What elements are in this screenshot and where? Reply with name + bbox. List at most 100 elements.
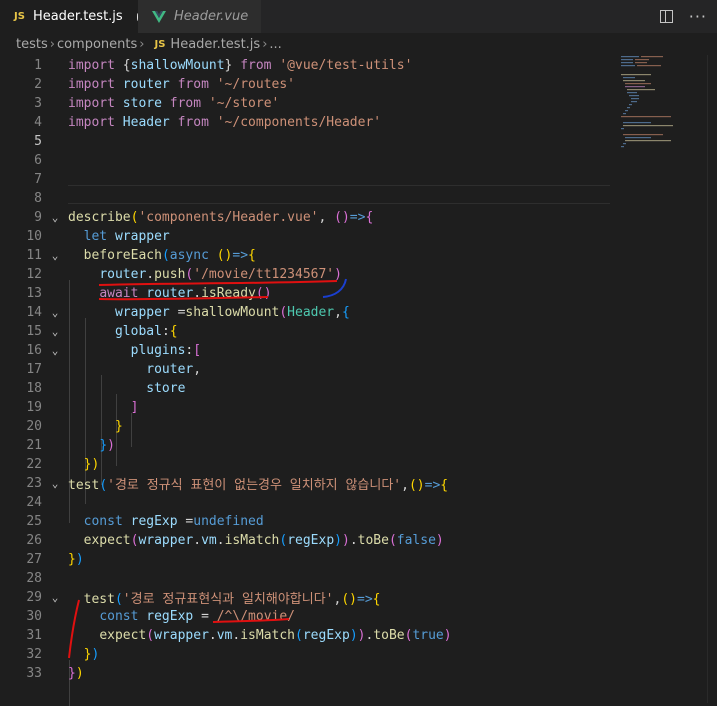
code-line[interactable]: 23 ⌄ test('경로 정규식 표현이 없는경우 일치하지 않습니다',()=>… bbox=[0, 474, 610, 493]
code-line[interactable]: 24 bbox=[0, 493, 610, 512]
breadcrumb-symbols[interactable]: ... bbox=[269, 37, 281, 52]
line-number: 26 bbox=[26, 533, 42, 548]
code-line[interactable]: 21 }) bbox=[0, 436, 610, 455]
code-line[interactable]: 7 bbox=[0, 170, 610, 189]
code-token: ) bbox=[91, 647, 100, 662]
fold-chevron-icon[interactable]: ⌄ bbox=[42, 306, 68, 319]
fold-chevron-icon[interactable]: ⌄ bbox=[42, 591, 68, 604]
code-token: ( bbox=[99, 478, 108, 493]
code-line[interactable]: 12 router.push('/movie/tt1234567') bbox=[0, 265, 610, 284]
code-line[interactable]: 2 import router from '~/routes' bbox=[0, 75, 610, 94]
code-line[interactable]: 25 const regExp =undefined bbox=[0, 512, 610, 531]
code-token: import bbox=[68, 77, 115, 92]
code-line[interactable]: 6 bbox=[0, 151, 610, 170]
line-number: 31 bbox=[26, 628, 42, 643]
code-token: => bbox=[232, 248, 249, 263]
code-line[interactable]: 33}) bbox=[0, 664, 610, 683]
code-token: ( bbox=[388, 533, 397, 548]
code-token: import bbox=[68, 58, 115, 73]
code-line[interactable]: 28 bbox=[0, 569, 610, 588]
line-number: 19 bbox=[26, 400, 42, 415]
line-number: 9 bbox=[34, 210, 42, 225]
code-line[interactable]: 26 expect(wrapper.vm.isMatch(regExp)).to… bbox=[0, 531, 610, 550]
line-number: 29 bbox=[26, 590, 42, 605]
code-line[interactable]: 8 bbox=[0, 189, 610, 208]
code-line[interactable]: 14 ⌄ wrapper =shallowMount(Header,{ bbox=[0, 303, 610, 322]
code-editor[interactable]: 1 import {shallowMount} from '@vue/test-u… bbox=[0, 55, 610, 706]
code-token: 'components/Header.vue' bbox=[138, 210, 319, 225]
vertical-scrollbar[interactable] bbox=[707, 55, 717, 703]
breadcrumb-folder-tests[interactable]: tests bbox=[16, 37, 48, 52]
tab-label: Header.vue bbox=[174, 9, 249, 24]
code-token: }) bbox=[83, 457, 100, 472]
code-line[interactable]: 10 let wrapper bbox=[0, 227, 610, 246]
code-line[interactable]: 4 import Header from '~/components/Header… bbox=[0, 113, 610, 132]
split-editor-icon[interactable] bbox=[659, 10, 673, 23]
code-line[interactable]: 15 ⌄ global:{ bbox=[0, 322, 610, 341]
code-line[interactable]: 19 ] bbox=[0, 398, 610, 417]
fold-chevron-icon[interactable]: ⌄ bbox=[42, 211, 68, 224]
code-text: import Header from '~/components/Header' bbox=[68, 115, 381, 130]
fold-chevron-icon[interactable]: ⌄ bbox=[42, 325, 68, 338]
fold-chevron-icon[interactable]: ⌄ bbox=[42, 477, 68, 490]
code-token: import bbox=[68, 115, 115, 130]
code-token: '~/store' bbox=[208, 96, 280, 111]
line-number: 11 bbox=[26, 248, 42, 263]
line-number: 20 bbox=[26, 419, 42, 434]
code-token: () bbox=[216, 248, 233, 263]
code-token: wrapper bbox=[138, 533, 194, 548]
code-text: describe('components/Header.vue', ()=>{ bbox=[68, 210, 373, 225]
line-number: 27 bbox=[26, 552, 42, 567]
code-line[interactable]: 32 }) bbox=[0, 645, 610, 664]
code-token: from bbox=[240, 58, 272, 73]
editor-actions: ··· bbox=[659, 0, 707, 33]
breadcrumb-file[interactable]: Header.test.js bbox=[170, 37, 260, 52]
code-line[interactable]: 5 bbox=[0, 132, 610, 151]
code-token: false bbox=[396, 533, 436, 548]
chevron-right-icon: › bbox=[139, 36, 145, 52]
code-line[interactable]: 18 store bbox=[0, 379, 610, 398]
tab-header-vue[interactable]: Header.vue bbox=[138, 0, 261, 33]
code-token: ( bbox=[161, 248, 170, 263]
line-number: 8 bbox=[34, 191, 42, 206]
code-line[interactable]: 1 import {shallowMount} from '@vue/test-u… bbox=[0, 56, 610, 75]
code-line[interactable]: 13 await router.isReady() bbox=[0, 284, 610, 303]
line-number: 17 bbox=[26, 362, 42, 377]
code-line[interactable]: 31 expect(wrapper.vm.isMatch(regExp)).to… bbox=[0, 626, 610, 645]
breadcrumb-folder-components[interactable]: components bbox=[57, 37, 137, 52]
chevron-right-icon: › bbox=[49, 36, 55, 52]
line-number: 10 bbox=[26, 229, 42, 244]
code-line[interactable]: 16 ⌄ plugins:[ bbox=[0, 341, 610, 360]
code-text: }) bbox=[68, 666, 84, 681]
code-token: toBe bbox=[357, 533, 389, 548]
code-text: router.push('/movie/tt1234567') bbox=[68, 267, 342, 282]
fold-chevron-icon[interactable]: ⌄ bbox=[42, 249, 68, 262]
code-line[interactable]: 29 ⌄ test('경로 정규표현식과 일치해야합니다',()=>{ bbox=[0, 588, 610, 607]
breadcrumb: tests › components › JS Header.test.js ›… bbox=[0, 33, 717, 55]
code-token: { bbox=[440, 478, 449, 493]
code-token: } bbox=[114, 419, 123, 434]
code-line[interactable]: 27}) bbox=[0, 550, 610, 569]
tab-header-test-js[interactable]: JS Header.test.js bbox=[0, 0, 138, 33]
code-line[interactable]: 17 router, bbox=[0, 360, 610, 379]
code-token: = bbox=[177, 514, 194, 529]
minimap[interactable] bbox=[617, 55, 707, 175]
fold-chevron-icon[interactable]: ⌄ bbox=[42, 344, 68, 357]
code-line[interactable]: 11 ⌄ beforeEach(async ()=>{ bbox=[0, 246, 610, 265]
code-token: wrapper bbox=[114, 229, 170, 244]
code-token: { bbox=[365, 210, 374, 225]
code-line[interactable]: 22 }) bbox=[0, 455, 610, 474]
more-actions-icon[interactable]: ··· bbox=[689, 7, 707, 26]
code-line[interactable]: 30 const regExp = /^\/movie/ bbox=[0, 607, 610, 626]
code-line[interactable]: 3 import store from '~/store' bbox=[0, 94, 610, 113]
code-line[interactable]: 20 } bbox=[0, 417, 610, 436]
code-line[interactable]: 9 ⌄ describe('components/Header.vue', ()=>… bbox=[0, 208, 610, 227]
